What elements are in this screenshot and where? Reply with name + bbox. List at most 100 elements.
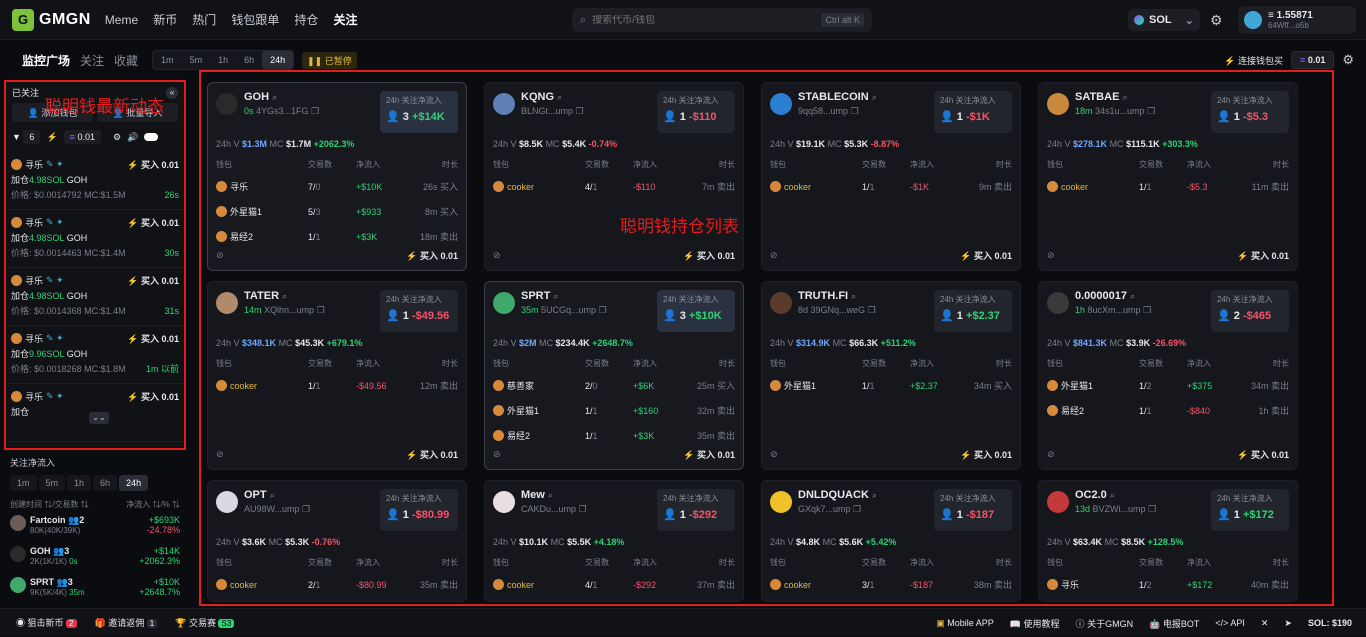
ll-tf-5m[interactable]: 5m bbox=[38, 475, 66, 491]
card-wallet-row[interactable]: cooker 3/1 -$187 38m 卖出 bbox=[762, 572, 1020, 597]
hide-icon[interactable]: ⊘ bbox=[770, 250, 778, 261]
feed-user[interactable]: 寻乐 ✎ ✦ bbox=[11, 390, 64, 403]
copy-icon[interactable]: ❐ bbox=[851, 106, 859, 116]
footer-contest[interactable]: 🏆 交易赛 S3 bbox=[175, 616, 235, 629]
footer-mobile-app[interactable]: ▣ Mobile APP bbox=[936, 618, 994, 629]
copy-icon[interactable]: ❐ bbox=[1143, 305, 1151, 315]
feed-amount[interactable]: ≡ 0.01 bbox=[63, 130, 101, 144]
token-card[interactable]: STABLECOIN ⌕ 9qq58...ump ❐ 24h 关注净流入 👤 1… bbox=[761, 82, 1021, 271]
search-icon[interactable]: ⌕ bbox=[548, 490, 553, 500]
telegram-icon[interactable]: ➤ bbox=[1284, 618, 1292, 629]
feed-item[interactable]: 寻乐 ✎ ✦ ⚡ 买入 0.01 加仓4.98SOL GOH 价格: $0.001… bbox=[6, 268, 184, 326]
card-wallet-row[interactable]: cooker 1/1 -$49.56 12m 卖出 bbox=[208, 373, 466, 398]
copy-icon[interactable]: ❐ bbox=[1147, 106, 1155, 116]
wallet-button[interactable]: ≡ 1.55871 64Wff...o5b bbox=[1238, 6, 1356, 34]
card-wallet-row[interactable]: 寻乐 7/0 +$10K 26s 买入 bbox=[208, 174, 466, 199]
ll-tf-1m[interactable]: 1m bbox=[10, 475, 37, 491]
card-wallet-row[interactable]: 外星猫1 1/1 +$2.37 34m 买入 bbox=[762, 373, 1020, 398]
token-name[interactable]: STABLECOIN bbox=[798, 91, 869, 103]
token-card[interactable]: OC2.0 ⌕ 13d BVZWi...ump ❐ 24h 关注净流入 👤 1 … bbox=[1038, 480, 1298, 602]
hide-icon[interactable]: ⊘ bbox=[1047, 449, 1055, 460]
copy-icon[interactable]: ❐ bbox=[317, 305, 325, 315]
paused-badge[interactable]: ❚❚ 已暂停 bbox=[302, 51, 357, 69]
token-name[interactable]: OPT bbox=[244, 489, 267, 501]
token-card[interactable]: KQNG ⌕ BLNGt...ump ❐ 24h 关注净流入 👤 1 -$110… bbox=[484, 82, 744, 271]
nav-new[interactable]: 新币 bbox=[153, 13, 177, 27]
feed-buy-button[interactable]: ⚡ 买入 0.01 bbox=[127, 274, 179, 287]
logo[interactable]: G GMGN bbox=[12, 8, 91, 31]
nav-holdings[interactable]: 持仓 bbox=[294, 13, 318, 27]
search-icon[interactable]: ⌕ bbox=[851, 291, 856, 301]
feed-user[interactable]: 寻乐 ✎ ✦ bbox=[11, 216, 64, 229]
footer-snipe[interactable]: ◉ 狙击新币 2 bbox=[16, 616, 77, 629]
nav-copytrade[interactable]: 钱包跟单 bbox=[231, 13, 279, 27]
card-buy-button[interactable]: ⚡ 买入 0.01 bbox=[406, 448, 458, 461]
feed-buy-button[interactable]: ⚡ 买入 0.01 bbox=[127, 216, 179, 229]
feed-user[interactable]: 寻乐 ✎ ✦ bbox=[11, 332, 64, 345]
x-icon[interactable]: ✕ bbox=[1261, 618, 1269, 629]
hide-icon[interactable]: ⊘ bbox=[216, 449, 224, 460]
toggle-switch[interactable] bbox=[144, 133, 159, 141]
token-card[interactable]: DNLDQUACK ⌕ GXqk7...ump ❐ 24h 关注净流入 👤 1 … bbox=[761, 480, 1021, 602]
nav-meme[interactable]: Meme bbox=[105, 13, 138, 27]
card-buy-button[interactable]: ⚡ 买入 0.01 bbox=[1237, 448, 1289, 461]
tf-5m[interactable]: 5m bbox=[182, 51, 211, 69]
token-name[interactable]: Mew bbox=[521, 489, 545, 501]
search-icon[interactable]: ⌕ bbox=[557, 92, 562, 102]
tf-24h[interactable]: 24h bbox=[262, 51, 294, 69]
card-wallet-row[interactable]: 寻乐 1/2 +$172 40m 卖出 bbox=[1039, 572, 1297, 597]
bolt-icon[interactable]: ⚡ bbox=[46, 132, 57, 143]
token-card[interactable]: SATBAE ⌕ 18m 34s1u...ump ❐ 24h 关注净流入 👤 1… bbox=[1038, 82, 1298, 271]
tab-monitor[interactable]: 监控广场 bbox=[22, 52, 70, 69]
netflow-row[interactable]: GOH 👥3 2K(1K/1K) 0s +$14K +2062.3% bbox=[4, 543, 186, 574]
feed-token[interactable]: GOH bbox=[67, 349, 88, 359]
buy-amount-input[interactable]: ≡ 0.01 bbox=[1291, 51, 1335, 69]
copy-icon[interactable]: ❐ bbox=[853, 504, 861, 514]
token-name[interactable]: TATER bbox=[244, 290, 279, 302]
settings-icon[interactable]: ⚙ bbox=[113, 132, 121, 143]
feed-user[interactable]: 寻乐 ✎ ✦ bbox=[11, 274, 64, 287]
feed-item[interactable]: 寻乐 ✎ ✦ ⚡ 买入 0.01 加仓9.96SOL GOH 价格: $0.001… bbox=[6, 326, 184, 384]
footer-tutorial[interactable]: 📖 使用教程 bbox=[1010, 617, 1060, 630]
chain-selector[interactable]: SOL ⌄ bbox=[1128, 9, 1200, 31]
search-icon[interactable]: ⌕ bbox=[282, 291, 287, 301]
footer-api[interactable]: </> API bbox=[1215, 618, 1245, 628]
copy-icon[interactable]: ❐ bbox=[311, 106, 319, 116]
hide-icon[interactable]: ⊘ bbox=[1047, 250, 1055, 261]
search-icon[interactable]: ⌕ bbox=[272, 92, 277, 102]
card-wallet-row[interactable]: 外星猫1 5/3 +$933 8m 买入 bbox=[208, 199, 466, 224]
copy-icon[interactable]: ❐ bbox=[1148, 504, 1156, 514]
copy-icon[interactable]: ❐ bbox=[868, 305, 876, 315]
card-wallet-row[interactable]: cooker 2/1 -$80.99 35m 卖出 bbox=[208, 572, 466, 597]
copy-icon[interactable]: ❐ bbox=[599, 305, 607, 315]
token-card[interactable]: GOH ⌕ 0s 4YGs3...1FG ❐ 24h 关注净流入 👤 3 +$1… bbox=[207, 82, 467, 271]
card-wallet-row[interactable]: cooker 4/1 -$292 37m 卖出 bbox=[485, 572, 743, 597]
token-name[interactable]: TRUTH.FI bbox=[798, 290, 848, 302]
token-card[interactable]: Mew ⌕ CAKDu...ump ❐ 24h 关注净流入 👤 1 -$292 … bbox=[484, 480, 744, 602]
card-wallet-row[interactable]: cooker 1/1 -$5.3 11m 卖出 bbox=[1039, 174, 1297, 199]
tf-1m[interactable]: 1m bbox=[153, 51, 182, 69]
feed-item[interactable]: 寻乐 ✎ ✦ ⚡ 买入 0.01 加仓4.98SOL GOH 价格: $0.001… bbox=[6, 210, 184, 268]
connect-wallet-buy[interactable]: ⚡ 连接钱包买 bbox=[1224, 54, 1283, 67]
copy-icon[interactable]: ❐ bbox=[576, 106, 584, 116]
token-name[interactable]: 0.0000017 bbox=[1075, 290, 1127, 302]
ll-tf-6h[interactable]: 6h bbox=[93, 475, 118, 491]
search-icon[interactable]: ⌕ bbox=[1122, 92, 1127, 102]
settings-icon[interactable]: ⚙ bbox=[1342, 52, 1354, 68]
card-wallet-row[interactable]: 易经2 1/1 +$3K 18m 卖出 bbox=[208, 224, 466, 249]
feed-token[interactable]: GOH bbox=[67, 291, 88, 301]
card-wallet-row[interactable]: 易经2 1/1 +$3K 35m 卖出 bbox=[485, 423, 743, 448]
card-buy-button[interactable]: ⚡ 买入 0.01 bbox=[960, 249, 1012, 262]
netflow-row[interactable]: SPRT 👥3 9K(5K/4K) 35m +$10K +2648.7% bbox=[4, 574, 186, 605]
token-card[interactable]: TRUTH.FI ⌕ 8d 39GNq...weG ❐ 24h 关注净流入 👤 … bbox=[761, 281, 1021, 470]
card-wallet-row[interactable]: 外星猫1 1/2 +$375 34m 卖出 bbox=[1039, 373, 1297, 398]
netflow-row[interactable]: Fartcoin 👥2 80K(40K/39K) +$693K -24.78% bbox=[4, 512, 186, 543]
hide-icon[interactable]: ⊘ bbox=[493, 449, 501, 460]
card-wallet-row[interactable]: 慈善家 2/0 +$6K 25m 买入 bbox=[485, 373, 743, 398]
copy-icon[interactable]: ❐ bbox=[579, 504, 587, 514]
sound-icon[interactable]: 🔊 bbox=[127, 132, 138, 143]
search-icon[interactable]: ⌕ bbox=[270, 490, 275, 500]
search-input[interactable] bbox=[592, 14, 816, 26]
search-bar[interactable]: ⌕ Ctrl alt K bbox=[572, 8, 872, 32]
token-name[interactable]: OC2.0 bbox=[1075, 489, 1107, 501]
